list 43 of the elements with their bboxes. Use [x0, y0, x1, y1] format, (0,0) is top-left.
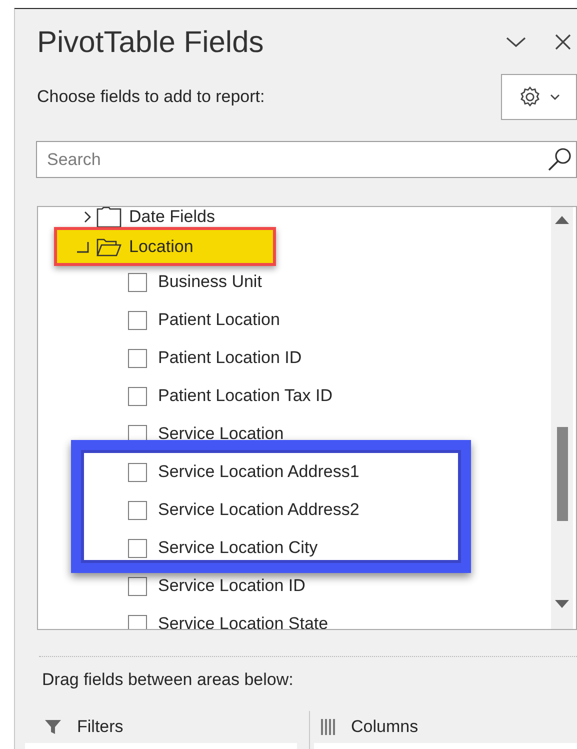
folder-label: Date Fields — [129, 207, 215, 228]
panel-title: PivotTable Fields — [37, 24, 265, 60]
checkbox[interactable] — [128, 576, 147, 596]
checkbox[interactable] — [128, 462, 147, 482]
caret-icon — [550, 94, 560, 100]
instruction-text: Choose fields to add to report: — [37, 86, 266, 108]
checkbox[interactable] — [128, 614, 147, 629]
field-label: Patient Location Tax ID — [158, 385, 333, 408]
field-label: Service Location ID — [158, 575, 306, 598]
checkbox[interactable] — [128, 348, 147, 368]
columns-icon — [321, 718, 335, 734]
collapse-icon[interactable] — [505, 35, 527, 49]
search-field[interactable]: Search — [36, 141, 577, 178]
folder-row[interactable]: Date Fields — [54, 207, 235, 227]
area-label: Filters — [77, 716, 124, 738]
field-label: Business Unit — [158, 271, 262, 294]
settings-icon — [518, 85, 542, 109]
scrollbar-thumb[interactable] — [556, 427, 568, 521]
field-label: Patient Location — [158, 309, 280, 332]
checkbox[interactable] — [128, 272, 147, 292]
collapse-corner-icon — [76, 240, 89, 252]
settings-button[interactable] — [501, 74, 577, 120]
folder-row[interactable]: Location — [54, 227, 276, 266]
area-label: Columns — [351, 716, 418, 738]
field-label: Service Location Address1 — [158, 461, 360, 484]
scrollbar[interactable] — [551, 207, 573, 629]
search-icon — [547, 146, 573, 172]
field-label: Patient Location ID — [158, 347, 302, 370]
scroll-down-icon[interactable] — [555, 600, 569, 609]
checkbox[interactable] — [128, 538, 147, 558]
field-label: Service Location City — [158, 537, 318, 560]
checkbox[interactable] — [128, 500, 147, 520]
folder-icon — [96, 207, 122, 228]
field-label: Service Location — [158, 423, 284, 446]
checkbox[interactable] — [128, 310, 147, 330]
checkbox[interactable] — [128, 386, 147, 406]
filter-icon — [45, 718, 61, 734]
close-icon[interactable] — [555, 34, 571, 50]
folder-label: Location — [129, 236, 194, 258]
open-folder-icon — [96, 236, 122, 256]
scroll-up-icon[interactable] — [555, 215, 569, 224]
field-label: Service Location Address2 — [158, 499, 360, 522]
areas-instruction: Drag fields between areas below: — [42, 669, 294, 691]
